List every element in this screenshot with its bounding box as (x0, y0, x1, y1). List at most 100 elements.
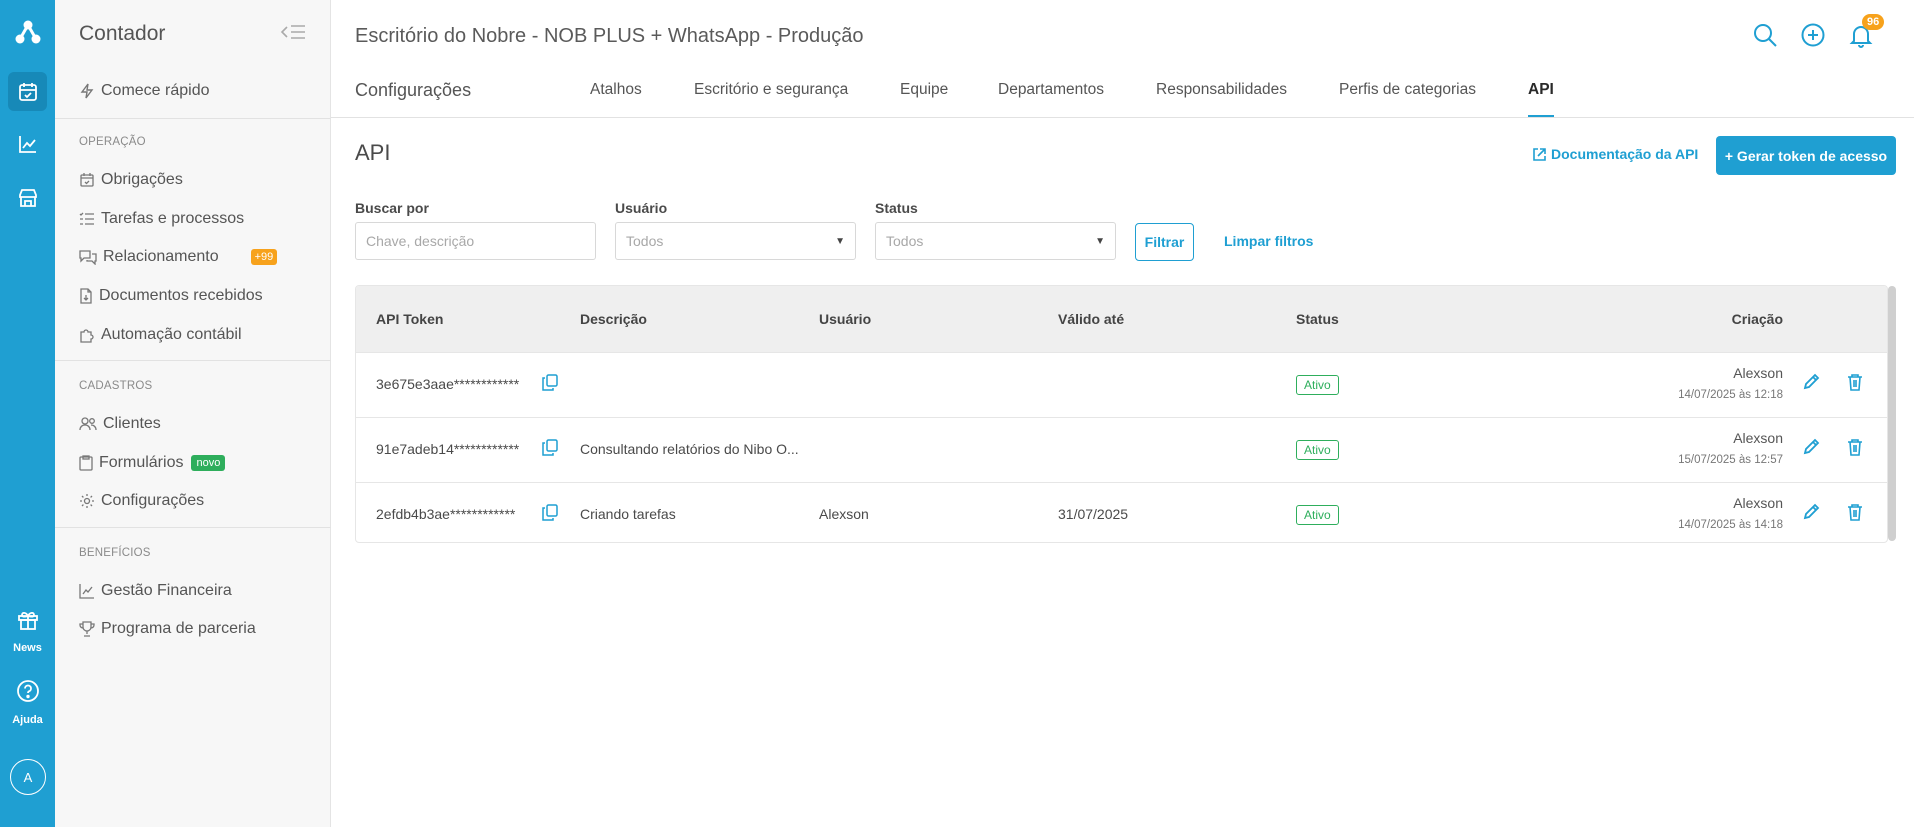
edit-pencil-icon[interactable] (1802, 438, 1820, 459)
sidebar-item-obrigacoes[interactable]: Obrigações (79, 168, 183, 192)
trophy-icon (79, 621, 95, 637)
formularios-badge: novo (191, 455, 226, 471)
created-date: 14/07/2025 às 14:18 (1678, 519, 1783, 531)
copy-icon[interactable] (542, 439, 558, 459)
app-logo-icon[interactable] (8, 12, 47, 51)
sidebar-item-documentos[interactable]: Documentos recebidos (79, 284, 263, 308)
sidebar-item-automacao[interactable]: Automação contábil (79, 323, 242, 347)
table-header: API Token Descrição Usuário Válido até S… (356, 286, 1887, 352)
column-header: Status (1296, 311, 1339, 327)
users-icon (79, 417, 97, 431)
tab-perfis-categorias[interactable]: Perfis de categorias (1339, 81, 1476, 99)
status-badge: Ativo (1296, 375, 1339, 395)
edit-pencil-icon[interactable] (1802, 503, 1820, 524)
sidebar-item-label: Automação contábil (101, 326, 242, 343)
table-scrollbar[interactable] (1888, 286, 1896, 541)
column-header: Usuário (819, 311, 872, 327)
avatar[interactable]: A (10, 759, 46, 795)
tab-departamentos[interactable]: Departamentos (998, 81, 1104, 99)
sidebar-item-label: Relacionamento (103, 248, 219, 265)
header-divider (331, 117, 1914, 118)
app-rail: News Ajuda A (0, 0, 55, 827)
divider (55, 527, 331, 528)
sidebar-item-label: Formulários (99, 454, 184, 471)
bolt-icon (80, 83, 94, 99)
copy-icon[interactable] (542, 504, 558, 524)
sidebar-item-gestao-financeira[interactable]: Gestão Financeira (79, 579, 232, 603)
caret-down-icon: ▼ (1095, 236, 1105, 247)
table-row: 3e675e3aae************ Ativo Alexson 14/… (356, 352, 1887, 417)
sidebar-item-clientes[interactable]: Clientes (79, 412, 161, 436)
search-placeholder: Chave, descrição (366, 233, 475, 249)
page-header-title: Escritório do Nobre - NOB PLUS + WhatsAp… (355, 25, 864, 47)
sidebar-item-relacionamento[interactable]: Relacionamento +99 (79, 245, 278, 269)
generate-token-button[interactable]: + Gerar token de acesso (1716, 136, 1896, 175)
gift-icon[interactable] (8, 600, 47, 639)
status-badge: Ativo (1296, 505, 1339, 525)
api-tokens-table: API Token Descrição Usuário Válido até S… (355, 285, 1888, 543)
creator-name: Alexson (1733, 430, 1783, 446)
search-icon[interactable] (1752, 22, 1778, 52)
table-row: 91e7adeb14************ Consultando relat… (356, 417, 1887, 482)
tab-api[interactable]: API (1528, 81, 1554, 99)
news-label[interactable]: News (0, 642, 55, 654)
status-select[interactable]: Todos ▼ (875, 222, 1116, 260)
column-header: Válido até (1058, 311, 1125, 327)
trash-icon[interactable] (1847, 373, 1863, 394)
document-icon (80, 288, 92, 304)
sidebar-item-configuracoes[interactable]: Configurações (79, 489, 204, 513)
section-beneficios: BENEFÍCIOS (79, 547, 151, 559)
tab-escritorio-seguranca[interactable]: Escritório e segurança (694, 81, 848, 99)
search-label: Buscar por (355, 200, 429, 216)
clipboard-icon (79, 455, 93, 471)
token-cell: 91e7adeb14************ (376, 441, 520, 457)
store-icon[interactable] (8, 178, 47, 217)
trash-icon[interactable] (1847, 503, 1863, 524)
trash-icon[interactable] (1847, 438, 1863, 459)
chart-icon (79, 584, 94, 599)
section-operacao: OPERAÇÃO (79, 136, 146, 148)
calendar-check-icon[interactable] (8, 72, 47, 111)
clear-filters-button[interactable]: Limpar filtros (1224, 233, 1313, 249)
column-header: Descrição (580, 311, 647, 327)
add-circle-icon[interactable] (1800, 22, 1826, 52)
sidebar-item-label: Configurações (101, 492, 205, 509)
token-cell: 3e675e3aae************ (376, 376, 520, 392)
search-input[interactable]: Chave, descrição (355, 222, 596, 260)
sidebar-item-formularios[interactable]: Formulários novo (79, 451, 226, 475)
line-chart-icon[interactable] (8, 124, 47, 163)
created-date: 14/07/2025 às 12:18 (1678, 389, 1783, 401)
sidebar-item-tarefas[interactable]: Tarefas e processos (79, 207, 244, 231)
creator-name: Alexson (1733, 365, 1783, 381)
filter-button[interactable]: Filtrar (1135, 223, 1194, 261)
sidebar-item-label: Clientes (103, 415, 161, 432)
api-docs-link[interactable]: Documentação da API (1532, 146, 1698, 162)
calendar-icon (80, 173, 94, 187)
token-cell: 2efdb4b3ae************ (376, 506, 516, 522)
gear-icon (80, 494, 94, 508)
sidebar-title: Contador (79, 22, 166, 45)
puzzle-icon (80, 329, 94, 343)
collapse-menu-icon[interactable] (279, 22, 307, 46)
section-cadastros: CADASTROS (79, 380, 153, 392)
sidebar-item-label: Documentos recebidos (99, 287, 263, 304)
tab-atalhos[interactable]: Atalhos (590, 81, 642, 99)
column-header: Criação (1731, 311, 1783, 327)
help-label[interactable]: Ajuda (0, 714, 55, 726)
task-list-icon (79, 212, 94, 225)
valid-until-cell: 31/07/2025 (1058, 506, 1129, 522)
sidebar-item-label: Gestão Financeira (101, 582, 232, 599)
sidebar-item-quick-start[interactable]: Comece rápido (79, 79, 210, 103)
tab-responsabilidades[interactable]: Responsabilidades (1156, 81, 1287, 99)
divider (55, 118, 331, 119)
help-icon[interactable] (8, 671, 47, 710)
notification-badge: 96 (1862, 14, 1885, 30)
relacionamento-badge: +99 (250, 249, 278, 265)
edit-pencil-icon[interactable] (1802, 373, 1820, 394)
tab-equipe[interactable]: Equipe (900, 81, 948, 99)
user-cell: Alexson (819, 506, 869, 522)
sidebar-item-label: Obrigações (101, 171, 183, 188)
copy-icon[interactable] (542, 374, 558, 394)
sidebar-item-parceria[interactable]: Programa de parceria (79, 617, 256, 641)
user-select[interactable]: Todos ▼ (615, 222, 856, 260)
